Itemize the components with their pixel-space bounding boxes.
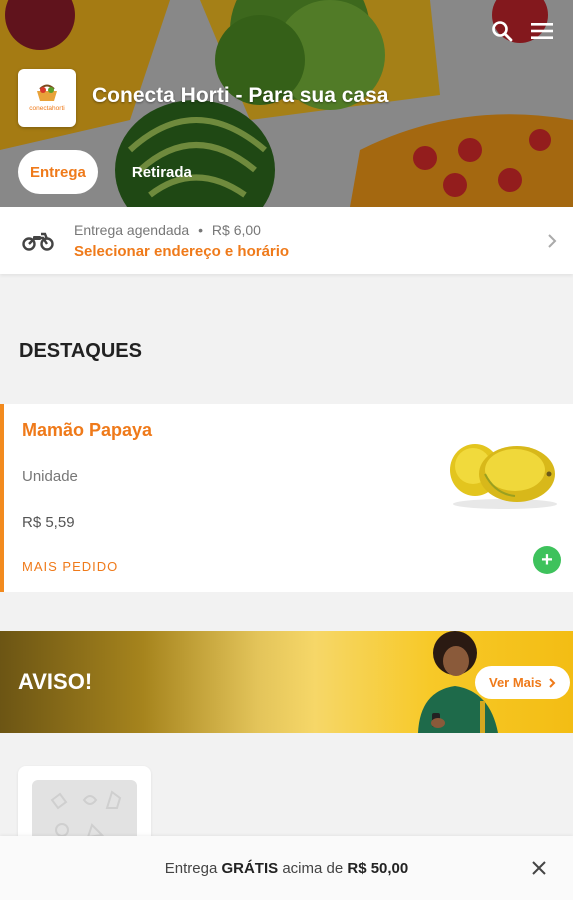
add-to-cart-button[interactable]: + <box>533 546 561 574</box>
tab-entrega[interactable]: Entrega <box>18 150 98 194</box>
notice-banner[interactable]: AVISO! Ver Mais <box>0 631 573 733</box>
ver-mais-label: Ver Mais <box>489 675 542 690</box>
product-unit: Unidade <box>22 468 78 485</box>
product-card[interactable]: Mamão Papaya Unidade R$ 5,59 MAIS PEDIDO… <box>0 404 573 592</box>
store-title: Conecta Horti - Para sua casa <box>92 84 389 107</box>
chevron-right-icon <box>545 232 559 250</box>
msg-bold: GRÁTIS <box>221 859 279 877</box>
delivery-fee: R$ 6,00 <box>211 221 261 238</box>
store-logo: conectahorti <box>18 69 76 127</box>
search-icon[interactable] <box>489 18 515 44</box>
close-icon[interactable] <box>527 856 551 880</box>
msg-prefix: Entrega <box>164 859 218 877</box>
banner-title: AVISO! <box>18 669 93 694</box>
product-price: R$ 5,59 <box>22 514 75 531</box>
header-actions <box>489 18 555 44</box>
tab-retirada[interactable]: Retirada <box>120 150 204 194</box>
chevron-right-icon <box>549 677 556 688</box>
separator: • <box>198 221 204 238</box>
delivery-info: Entrega agendada • R$ 6,00 Selecionar en… <box>74 222 545 260</box>
delivery-selector[interactable]: Entrega agendada • R$ 6,00 Selecionar en… <box>0 207 573 274</box>
store-header: conectahorti Conecta Horti - Para sua ca… <box>0 0 573 207</box>
ver-mais-button[interactable]: Ver Mais <box>475 666 570 699</box>
msg-middle: acima de <box>282 859 344 877</box>
delivery-type-label: Entrega agendada <box>74 221 190 238</box>
select-address-link[interactable]: Selecionar endereço e horário <box>74 243 545 260</box>
free-delivery-notice: Entrega GRÁTIS acima de R$ 50,00 <box>0 836 573 900</box>
papaya-image <box>450 444 557 509</box>
product-badge: MAIS PEDIDO <box>22 559 119 574</box>
fulfillment-tabs: Entrega Retirada <box>18 150 204 194</box>
menu-icon[interactable] <box>529 18 555 44</box>
product-name: Mamão Papaya <box>22 420 153 440</box>
motorcycle-icon <box>22 225 54 257</box>
section-title-destaques: DESTAQUES <box>19 340 142 362</box>
msg-amount: R$ 50,00 <box>347 859 409 877</box>
logo-wordmark: conectahorti <box>29 105 64 112</box>
free-delivery-message: Entrega GRÁTIS acima de R$ 50,00 <box>165 860 409 877</box>
delivery-type-line: Entrega agendada • R$ 6,00 <box>74 222 545 238</box>
